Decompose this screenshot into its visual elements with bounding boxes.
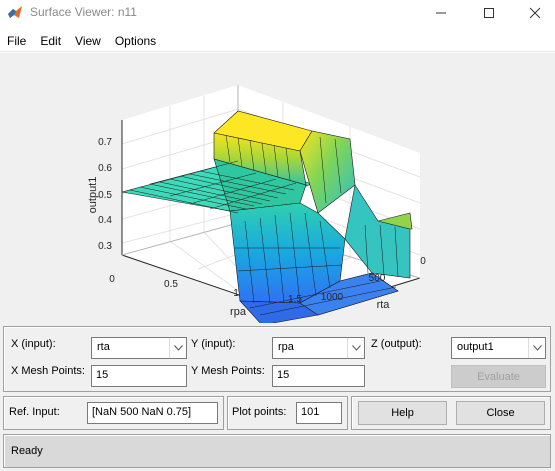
x-input-select[interactable]: rta (91, 337, 187, 359)
z-tick-label: 0.3 (98, 241, 112, 252)
x-mesh-label: X Mesh Points: (11, 365, 85, 377)
ref-input-value: [NaN 500 NaN 0.75] (92, 406, 192, 418)
controls-area: X (input): rta Y (input): rpa Z (output)… (0, 323, 555, 471)
z-axis-label: output1 (87, 177, 99, 214)
evaluate-button[interactable]: Evaluate (451, 365, 546, 388)
minimize-button[interactable] (418, 0, 464, 26)
y-tick-label: 500 (369, 273, 386, 284)
y-tick-label: 0 (420, 256, 426, 267)
y-tick-label: 1000 (321, 292, 344, 303)
maximize-button[interactable] (466, 0, 512, 26)
minimize-icon (436, 12, 446, 14)
close-icon (529, 7, 541, 19)
menu-edit[interactable]: Edit (40, 32, 61, 50)
x-tick-label: 1.5 (288, 294, 302, 305)
input-selection-panel: X (input): rta Y (input): rpa Z (output)… (3, 326, 551, 392)
action-buttons-panel: Help Close (351, 396, 551, 430)
x-input-label: X (input): (11, 338, 56, 350)
y-mesh-label: Y Mesh Points: (191, 365, 265, 377)
y-input-value: rpa (278, 341, 294, 353)
ref-input-field[interactable]: [NaN 500 NaN 0.75] (87, 402, 218, 424)
status-text: Ready (11, 445, 43, 457)
menu-view[interactable]: View (75, 32, 101, 50)
ref-input-panel: Ref. Input: [NaN 500 NaN 0.75] (3, 396, 224, 430)
x-tick-label: 0.5 (164, 279, 178, 290)
chevron-down-icon (528, 338, 545, 358)
z-tick-label: 0.4 (98, 215, 112, 226)
plot-points-field[interactable]: 101 (296, 402, 342, 424)
x-mesh-field[interactable]: 15 (91, 365, 187, 387)
y-input-label: Y (input): (191, 338, 236, 350)
y-mesh-field[interactable]: 15 (272, 365, 365, 387)
status-panel: Ready (3, 434, 551, 468)
z-tick-label: 0.6 (98, 163, 112, 174)
plot-points-panel: Plot points: 101 (227, 396, 348, 430)
menu-bar: File Edit View Options (0, 30, 555, 52)
surface-plot[interactable]: 0.3 0.4 0.5 0.6 0.7 0 0.5 1 1.5 0 500 10… (0, 53, 555, 326)
chevron-down-icon (169, 338, 186, 358)
window-title: Surface Viewer: n11 (30, 5, 137, 19)
close-button[interactable]: Close (456, 401, 545, 425)
maximize-icon (484, 8, 494, 18)
ref-input-label: Ref. Input: (9, 406, 60, 418)
z-output-value: output1 (457, 341, 494, 353)
surface-plot-area[interactable]: 0.3 0.4 0.5 0.6 0.7 0 0.5 1 1.5 0 500 10… (0, 53, 555, 326)
menu-options[interactable]: Options (115, 32, 156, 50)
close-window-button[interactable] (512, 0, 555, 26)
menu-file[interactable]: File (7, 32, 26, 50)
plot-points-value: 101 (301, 406, 320, 418)
help-button[interactable]: Help (358, 401, 447, 425)
plot-points-label: Plot points: (232, 406, 287, 418)
z-tick-label: 0.7 (98, 137, 112, 148)
y-axis-label: rta (377, 299, 391, 311)
z-tick-label: 0.5 (98, 190, 112, 201)
y-mesh-value: 15 (277, 369, 290, 381)
x-tick-label: 0 (109, 274, 115, 285)
chevron-down-icon (347, 338, 364, 358)
matlab-logo-icon (8, 6, 22, 18)
y-input-select[interactable]: rpa (272, 337, 365, 359)
z-output-label: Z (output): (371, 338, 422, 350)
x-input-value: rta (97, 341, 110, 353)
x-mesh-value: 15 (96, 369, 109, 381)
x-axis-label: rpa (230, 306, 247, 318)
x-tick-label: 1 (233, 288, 239, 299)
title-bar: Surface Viewer: n11 (0, 0, 555, 26)
z-output-select[interactable]: output1 (451, 337, 546, 359)
